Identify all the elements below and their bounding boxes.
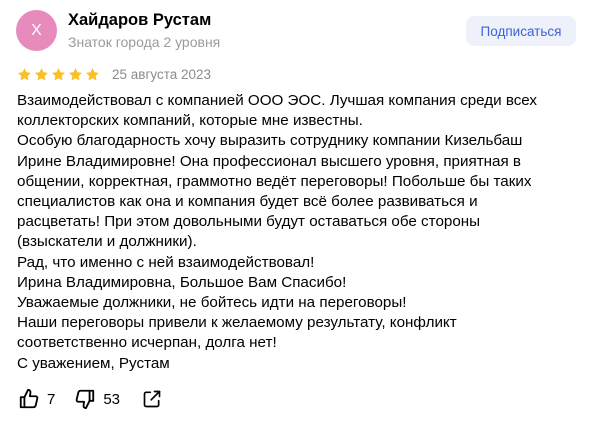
review-text-line: Ирина Владимировна, Большое Вам Спасибо! [17, 273, 347, 291]
review-text-line: Взаимодействовал с компанией ООО ЭОС. Лу… [17, 92, 538, 109]
review-text-line: Наши переговоры привели к желаемому резу… [17, 314, 457, 332]
review-text: Взаимодействовал с компанией ООО ЭОС. Лу… [17, 91, 597, 374]
dislike-button[interactable]: 53 [74, 388, 120, 410]
star-rating [17, 67, 100, 82]
avatar[interactable]: Х [16, 10, 57, 51]
like-button[interactable]: 7 [18, 388, 55, 410]
share-button[interactable] [142, 389, 162, 409]
review-text-line: расцветать! При этом довольными будут ос… [17, 213, 481, 231]
review-text-line: соответственно исчерпан, долга нет! [17, 334, 277, 352]
review-text-line: Уважаемые должники, не бойтесь идти на п… [17, 294, 407, 312]
avatar-initial: Х [31, 21, 42, 39]
like-count: 7 [47, 390, 56, 408]
author-name[interactable]: Хайдаров Рустам [68, 11, 211, 30]
review-text-line: общении, корректная, граммотно ведёт пер… [17, 172, 532, 190]
review-text-line: Особую благодарность хочу выразить сотру… [17, 132, 523, 150]
review-text-line: специалистов как она и компания будет вс… [17, 193, 478, 211]
review-text-line: коллекторских компаний, которые мне изве… [17, 112, 363, 130]
review-date: 25 августа 2023 [112, 66, 212, 82]
rating-row: 25 августа 2023 [17, 64, 211, 84]
star-icon [52, 67, 65, 80]
author-status: Знаток города 2 уровня [68, 34, 221, 50]
thumbs-down-icon [76, 389, 95, 410]
share-icon [143, 390, 161, 408]
star-icon [69, 67, 82, 80]
subscribe-button[interactable]: Подписаться [466, 16, 576, 46]
star-icon [86, 67, 99, 80]
thumbs-up-icon [19, 388, 39, 409]
star-icon [35, 67, 48, 80]
review-text-line: Ирине Владимировне! Она профессионал выс… [17, 152, 521, 170]
dislike-count: 53 [103, 390, 121, 408]
review-actions: 7 53 [18, 388, 162, 410]
star-icon [18, 67, 31, 80]
review-text-line: С уважением, Рустам [17, 354, 170, 372]
review-text-line: (взыскатели и должники). [17, 233, 197, 251]
review-text-line: Рад, что именно с ней взаимодействовал! [17, 253, 315, 271]
